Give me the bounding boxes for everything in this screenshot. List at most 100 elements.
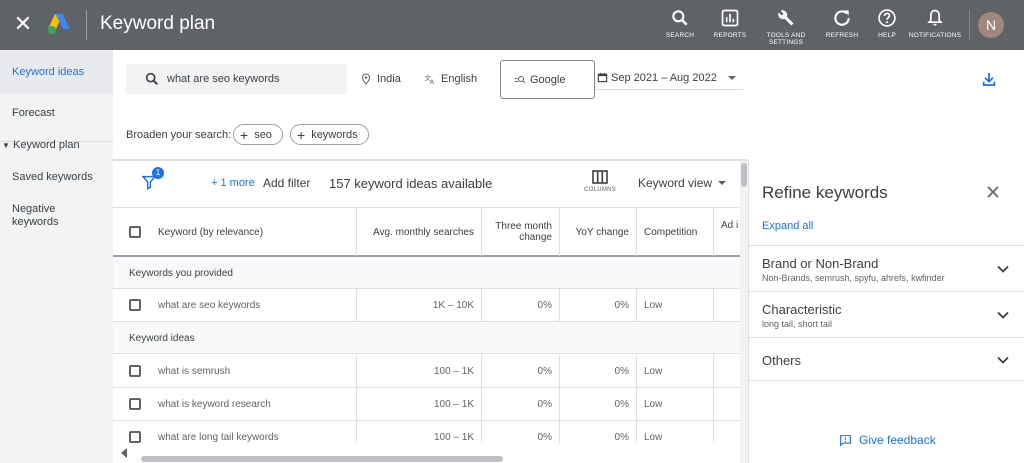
refresh-button[interactable]: REFRESH [826,8,858,39]
main-panel: what are seo keywords India 文A English G… [113,50,1024,463]
expand-all-link[interactable]: Expand all [762,220,813,232]
avg-searches-cell: 100 – 1K [357,421,482,443]
sidebar-item-label: Keyword ideas [12,66,85,78]
search-network-filter[interactable]: Google [500,60,595,99]
sidebar-item-forecast[interactable]: Forecast [12,107,55,120]
keyword-view-dropdown[interactable]: Keyword view [638,176,712,190]
section-subtitle: Non-Brands, semrush, spyfu, ahrefs, kwfi… [762,273,945,283]
three-month-change-cell: 0% [482,388,560,420]
vertical-scrollbar-thumb[interactable] [741,163,747,187]
column-header-yoy-change[interactable]: YoY change [560,208,637,256]
location-pin-icon [361,73,371,85]
row-checkbox[interactable] [129,299,141,311]
title-separator [86,10,87,40]
table-row[interactable]: what is keyword research 100 – 1K 0% 0% … [113,388,740,421]
competition-cell: Low [637,289,714,321]
broaden-chip-seo[interactable]: + seo [233,124,283,145]
location-filter[interactable]: India [360,73,401,85]
horizontal-scrollbar[interactable] [113,443,740,463]
sidebar-item-label: Keyword plan [12,139,80,151]
date-range-selector[interactable]: Sep 2021 – Aug 2022 [595,64,743,90]
horizontal-scrollbar-thumb[interactable] [141,456,503,462]
svg-text:A: A [430,79,435,85]
help-icon [878,9,896,27]
keyword-search-field[interactable]: what are seo keywords [126,64,347,94]
avg-searches-cell: 100 – 1K [357,388,482,420]
chip-label: seo [254,128,272,141]
refine-section-brand[interactable]: Brand or Non-Brand Non-Brands, semrush, … [749,245,1024,291]
three-month-change-cell: 0% [482,289,560,321]
tools-settings-button[interactable]: TOOLS AND SETTINGS [764,8,808,46]
dropdown-arrow-icon [718,181,726,185]
give-feedback-button[interactable]: Give feedback [839,433,936,447]
broaden-search-label: Broaden your search: [126,129,232,141]
notifications-button[interactable]: NOTIFICATIONS [908,8,962,39]
date-range-value: Sep 2021 – Aug 2022 [611,72,717,84]
notifications-label: NOTIFICATIONS [908,32,962,39]
reports-icon [721,9,739,27]
competition-cell: Low [637,355,714,387]
refine-section-characteristic[interactable]: Characteristic long tail, short tail [749,291,1024,337]
three-month-change-cell: 0% [482,355,560,387]
google-ads-logo [48,14,70,34]
section-title: Characteristic [762,302,842,317]
search-label: SEARCH [665,32,695,39]
chevron-down-icon [997,265,1009,273]
help-label: HELP [878,32,896,39]
location-value: India [377,73,401,85]
row-checkbox[interactable] [129,431,141,443]
close-icon[interactable]: ✕ [12,13,34,35]
top-app-bar: ✕ Keyword plan SEARCH REPORTS TOOLS AND … [0,0,1024,50]
header-label: Ad i [721,220,739,231]
calendar-icon [597,72,608,83]
select-all-checkbox[interactable] [129,226,141,238]
dropdown-arrow-icon [728,76,736,80]
row-checkbox[interactable] [129,365,141,377]
competition-cell: Low [637,421,714,443]
table-row[interactable]: what are seo keywords 1K – 10K 0% 0% Low [113,289,740,322]
three-month-change-cell: 0% [482,421,560,443]
close-icon[interactable] [986,185,1000,199]
wrench-icon [778,10,794,26]
column-header-competition[interactable]: Competition [637,208,714,256]
row-checkbox[interactable] [129,398,141,410]
table-row[interactable]: what is semrush 100 – 1K 0% 0% Low [113,355,740,388]
translate-icon: 文A [425,73,436,85]
avg-searches-cell: 1K – 10K [357,289,482,321]
help-button[interactable]: HELP [876,8,898,39]
refine-section-others[interactable]: Others [749,337,1024,381]
column-header-ad-impression-share[interactable]: Ad i [714,208,740,256]
scroll-left-icon[interactable] [121,448,127,458]
broaden-chip-keywords[interactable]: + keywords [290,124,369,145]
avatar[interactable]: N [978,12,1004,38]
yoy-change-cell: 0% [560,421,637,443]
sidebar-item-keyword-plan[interactable]: ▼ Keyword plan [2,139,80,152]
download-icon[interactable] [981,71,997,87]
search-icon [145,72,159,86]
yoy-change-cell: 0% [560,355,637,387]
keyword-cell: what is semrush [158,355,357,387]
keyword-cell: what are seo keywords [158,289,357,321]
sidebar-item-keyword-ideas[interactable]: Keyword ideas [0,50,113,94]
sidebar: Keyword ideas Forecast ▼ Keyword plan Sa… [0,50,113,463]
refresh-icon [834,10,850,26]
reports-button[interactable]: REPORTS [712,8,748,39]
column-header-keyword[interactable]: Keyword (by relevance) [113,208,357,256]
table-header: Keyword (by relevance) Avg. monthly sear… [113,207,740,257]
add-filter-button[interactable]: Add filter [263,176,310,190]
language-filter[interactable]: 文A English [424,73,478,85]
column-header-three-month-change[interactable]: Three month change [482,208,560,256]
sidebar-item-negative-keywords[interactable]: Negative keywords [12,203,82,229]
avg-searches-cell: 100 – 1K [357,355,482,387]
reports-label: REPORTS [713,32,747,39]
plus-icon: + [240,126,249,143]
columns-button[interactable]: COLUMNS [584,170,616,193]
vertical-scrollbar[interactable] [740,161,748,463]
column-header-avg-monthly-searches[interactable]: Avg. monthly searches [357,208,482,256]
caret-down-icon: ▼ [2,141,10,150]
search-button[interactable]: SEARCH [665,8,695,39]
table-row[interactable]: what are long tail keywords 100 – 1K 0% … [113,421,740,443]
refresh-label: REFRESH [825,32,859,39]
more-filters-link[interactable]: + 1 more [211,177,255,189]
sidebar-item-saved-keywords[interactable]: Saved keywords [12,171,93,184]
